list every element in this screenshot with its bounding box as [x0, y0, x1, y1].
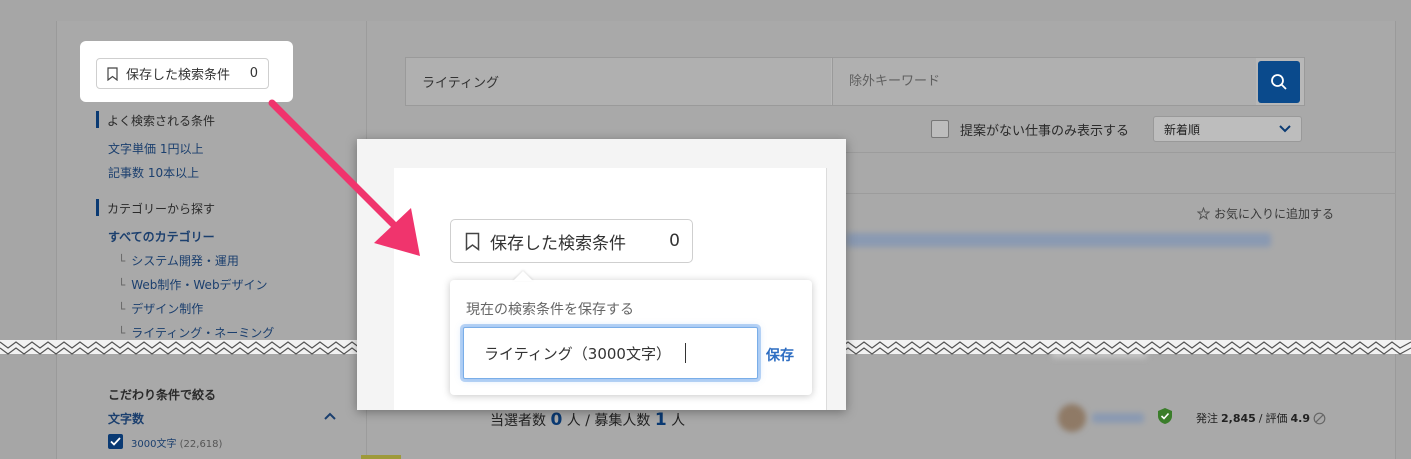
search-icon	[1271, 74, 1287, 90]
prohibited-icon[interactable]	[1313, 412, 1326, 425]
filter-group-label[interactable]: 文字数	[108, 410, 144, 427]
saved-search-button[interactable]: 保存した検索条件 0	[96, 58, 269, 89]
saved-search-label: 保存した検索条件	[126, 68, 231, 83]
rating-value: 4.9	[1290, 411, 1311, 425]
chevron-up-icon[interactable]	[323, 406, 337, 425]
blurred-job-title	[846, 233, 1271, 247]
zoom-saved-search-button[interactable]: 保存した検索条件 0	[450, 219, 693, 263]
sort-value: 新着順	[1164, 122, 1201, 137]
zoom-saved-search-count: 0	[669, 231, 680, 251]
save-button[interactable]: 保存	[766, 345, 794, 365]
search-button[interactable]	[1258, 61, 1300, 103]
checkbox-3000[interactable]	[108, 434, 123, 449]
filter-option-label: 3000文字	[131, 439, 177, 450]
recruit-count: 1	[654, 410, 667, 430]
category-all-link[interactable]: すべてのカテゴリー	[108, 228, 215, 245]
category-item[interactable]: └ デザイン制作	[118, 300, 203, 317]
bookmark-icon	[465, 232, 480, 251]
winners-count: 0	[550, 410, 563, 430]
popular-item-article-count[interactable]: 記事数 10本以上	[108, 164, 199, 181]
stats-separator: /	[1258, 411, 1263, 425]
job-stats: 当選者数 0 人 / 募集人数 1 人	[490, 410, 685, 430]
star-icon	[1197, 207, 1210, 220]
tag-strip	[361, 455, 401, 459]
zoom-saved-search-label: 保存した検索条件	[490, 233, 626, 254]
orders-count: 2,845	[1221, 411, 1256, 425]
popover-title: 現在の検索条件を保存する	[466, 302, 634, 318]
category-item-label: システム開発・運用	[131, 254, 239, 268]
category-item[interactable]: └ システム開発・運用	[118, 252, 239, 269]
bookmark-icon	[107, 66, 118, 81]
popover-caret	[513, 271, 533, 281]
category-item-label: Web制作・Webデザイン	[131, 278, 268, 292]
sort-select[interactable]: 新着順	[1153, 116, 1302, 142]
avatar[interactable]	[1058, 404, 1086, 432]
shield-check-icon	[1157, 407, 1173, 429]
section-marker	[96, 111, 99, 128]
exclude-keyword-input[interactable]	[832, 58, 1256, 105]
keyword-input[interactable]	[406, 58, 831, 105]
stats-separator: /	[585, 413, 590, 429]
popular-item-unit-price[interactable]: 文字単価 1円以上	[108, 140, 203, 157]
winners-label: 当選者数	[490, 413, 546, 429]
recruit-unit: 人	[671, 413, 686, 429]
no-proposals-label[interactable]: 提案がない仕事のみ表示する	[960, 120, 1129, 139]
check-icon	[110, 437, 121, 446]
favorite-label: お気に入りに追加する	[1214, 207, 1335, 221]
divider	[826, 168, 827, 410]
client-stats: 発注 2,845 / 評価 4.9	[1196, 410, 1326, 426]
recruit-label: 募集人数	[594, 413, 651, 429]
filter-option[interactable]: 3000文字 (22,618)	[131, 435, 222, 450]
orders-label: 発注	[1196, 412, 1218, 425]
saved-search-count: 0	[249, 66, 258, 81]
category-item[interactable]: └ Web制作・Webデザイン	[118, 276, 268, 293]
favorite-link[interactable]: お気に入りに追加する	[1197, 205, 1334, 222]
filter-heading: こだわり条件で絞る	[108, 388, 217, 402]
text-cursor	[685, 343, 686, 363]
no-proposals-checkbox[interactable]	[931, 120, 949, 138]
chevron-down-icon	[1279, 125, 1291, 133]
category-heading: カテゴリーから探す	[107, 202, 216, 216]
search-name-input[interactable]	[463, 327, 758, 379]
winners-unit: 人	[566, 413, 581, 429]
rating-label: 評価	[1265, 412, 1288, 425]
blurred-client-name[interactable]	[1092, 413, 1144, 423]
popular-heading: よく検索される条件	[107, 114, 216, 128]
section-marker	[96, 199, 99, 216]
category-item-label: デザイン制作	[131, 302, 204, 316]
filter-option-count: (22,618)	[179, 439, 223, 450]
